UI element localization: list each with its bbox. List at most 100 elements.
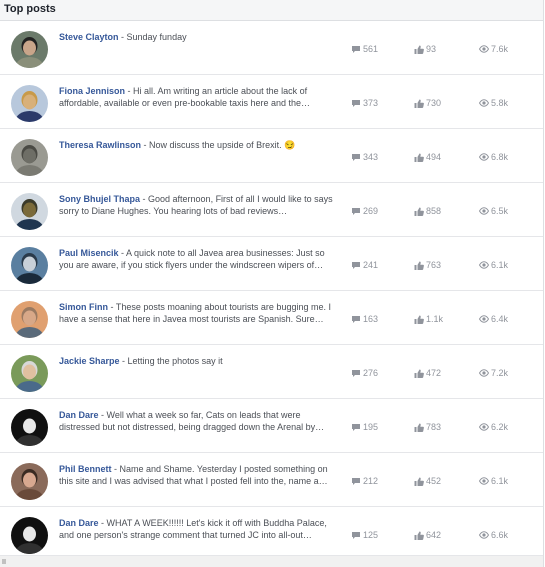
post-row[interactable]: Simon Finn - These posts moaning about t…: [0, 291, 543, 345]
author-name[interactable]: Fiona Jennison: [59, 86, 125, 96]
top-posts-panel: Top posts Steve Clayton - Sunday funday 5…: [0, 0, 544, 567]
post-row[interactable]: Phil Bennett - Name and Shame. Yesterday…: [0, 453, 543, 507]
author-avatar[interactable]: [11, 301, 48, 338]
like-count-value: 494: [426, 152, 442, 162]
view-count: 5.8k: [479, 97, 508, 109]
author-avatar[interactable]: [11, 409, 48, 446]
like-count: 472: [414, 367, 441, 379]
separator: -: [108, 302, 116, 312]
thumbs-up-icon: [414, 369, 424, 378]
post-snippet[interactable]: Paul Misencik - A quick note to all Jave…: [59, 248, 341, 271]
thumbs-up-icon: [414, 531, 424, 540]
eye-icon: [479, 99, 489, 107]
separator: -: [140, 194, 149, 204]
post-row[interactable]: Dan Dare - WHAT A WEEK!!!!!! Let's kick …: [0, 507, 543, 561]
author-name[interactable]: Dan Dare: [59, 410, 99, 420]
author-name[interactable]: Jackie Sharpe: [59, 356, 120, 366]
author-avatar[interactable]: [11, 463, 48, 500]
view-count: 7.6k: [479, 43, 508, 55]
author-name[interactable]: Simon Finn: [59, 302, 108, 312]
view-count: 6.1k: [479, 475, 508, 487]
post-row[interactable]: Steve Clayton - Sunday funday 561 93 7.6k: [0, 21, 543, 75]
eye-icon: [479, 45, 489, 53]
horizontal-scrollbar[interactable]: [0, 555, 543, 567]
view-count: 6.8k: [479, 151, 508, 163]
author-name[interactable]: Phil Bennett: [59, 464, 112, 474]
like-count: 783: [414, 421, 441, 433]
comment-count: 561: [351, 43, 378, 55]
post-snippet[interactable]: Dan Dare - WHAT A WEEK!!!!!! Let's kick …: [59, 518, 341, 541]
like-count: 1.1k: [414, 313, 443, 325]
author-name[interactable]: Paul Misencik: [59, 248, 119, 258]
author-avatar[interactable]: [11, 31, 48, 68]
post-snippet[interactable]: Phil Bennett - Name and Shame. Yesterday…: [59, 464, 341, 487]
separator: -: [141, 140, 150, 150]
like-count-value: 858: [426, 206, 442, 216]
scrollbar-thumb[interactable]: [2, 559, 6, 564]
comment-count: 125: [351, 529, 378, 541]
post-snippet[interactable]: Theresa Rawlinson - Now discuss the upsi…: [59, 140, 341, 152]
eye-icon: [479, 369, 489, 377]
post-text: Letting the photos say it: [127, 356, 223, 366]
separator: -: [118, 32, 127, 42]
post-snippet[interactable]: Jackie Sharpe - Letting the photos say i…: [59, 356, 341, 368]
post-snippet[interactable]: Simon Finn - These posts moaning about t…: [59, 302, 341, 325]
author-avatar[interactable]: [11, 517, 48, 554]
comment-count-value: 241: [363, 260, 379, 270]
post-snippet[interactable]: Steve Clayton - Sunday funday: [59, 32, 341, 44]
thumbs-up-icon: [414, 99, 424, 108]
like-count: 642: [414, 529, 441, 541]
author-avatar[interactable]: [11, 355, 48, 392]
comment-count: 163: [351, 313, 378, 325]
eye-icon: [479, 261, 489, 269]
author-name[interactable]: Sony Bhujel Thapa: [59, 194, 140, 204]
like-count-value: 452: [426, 476, 442, 486]
comment-count-value: 195: [363, 422, 379, 432]
separator: -: [125, 86, 134, 96]
like-count-value: 763: [426, 260, 442, 270]
post-snippet[interactable]: Fiona Jennison - Hi all. Am writing an a…: [59, 86, 341, 109]
view-count: 6.1k: [479, 259, 508, 271]
comment-count-value: 561: [363, 44, 379, 54]
author-name[interactable]: Dan Dare: [59, 518, 99, 528]
view-count-value: 7.6k: [491, 44, 509, 54]
comment-count: 373: [351, 97, 378, 109]
like-count: 858: [414, 205, 441, 217]
like-count-value: 642: [426, 530, 442, 540]
post-snippet[interactable]: Dan Dare - Well what a week so far, Cats…: [59, 410, 341, 433]
view-count-value: 6.4k: [491, 314, 509, 324]
comment-count-value: 212: [363, 476, 379, 486]
author-name[interactable]: Steve Clayton: [59, 32, 119, 42]
comment-count: 276: [351, 367, 378, 379]
post-row[interactable]: Dan Dare - Well what a week so far, Cats…: [0, 399, 543, 453]
comment-bubble-icon: [352, 477, 360, 485]
author-avatar[interactable]: [11, 247, 48, 284]
like-count: 494: [414, 151, 441, 163]
post-row[interactable]: Fiona Jennison - Hi all. Am writing an a…: [0, 75, 543, 129]
post-row[interactable]: Sony Bhujel Thapa - Good afternoon, Firs…: [0, 183, 543, 237]
author-avatar[interactable]: [11, 85, 48, 122]
post-row[interactable]: Paul Misencik - A quick note to all Jave…: [0, 237, 543, 291]
view-count-value: 6.6k: [491, 530, 509, 540]
thumbs-up-icon: [414, 423, 424, 432]
separator: -: [98, 518, 107, 528]
view-count-value: 6.5k: [491, 206, 509, 216]
view-count: 6.6k: [479, 529, 508, 541]
like-count-value: 730: [426, 98, 442, 108]
comment-count: 212: [351, 475, 378, 487]
post-row[interactable]: Jackie Sharpe - Letting the photos say i…: [0, 345, 543, 399]
author-avatar[interactable]: [11, 139, 48, 176]
post-list: Steve Clayton - Sunday funday 561 93 7.6k Fi…: [0, 21, 543, 561]
post-row[interactable]: Theresa Rawlinson - Now discuss the upsi…: [0, 129, 543, 183]
author-avatar[interactable]: [11, 193, 48, 230]
thumbs-up-icon: [414, 315, 424, 324]
comment-bubble-icon: [352, 207, 360, 215]
like-count-value: 472: [426, 368, 442, 378]
like-count-value: 1.1k: [426, 314, 444, 324]
view-count-value: 6.8k: [491, 152, 509, 162]
author-name[interactable]: Theresa Rawlinson: [59, 140, 141, 150]
post-snippet[interactable]: Sony Bhujel Thapa - Good afternoon, Firs…: [59, 194, 341, 217]
comment-bubble-icon: [352, 45, 360, 53]
view-count-value: 6.1k: [491, 260, 509, 270]
like-count: 730: [414, 97, 441, 109]
